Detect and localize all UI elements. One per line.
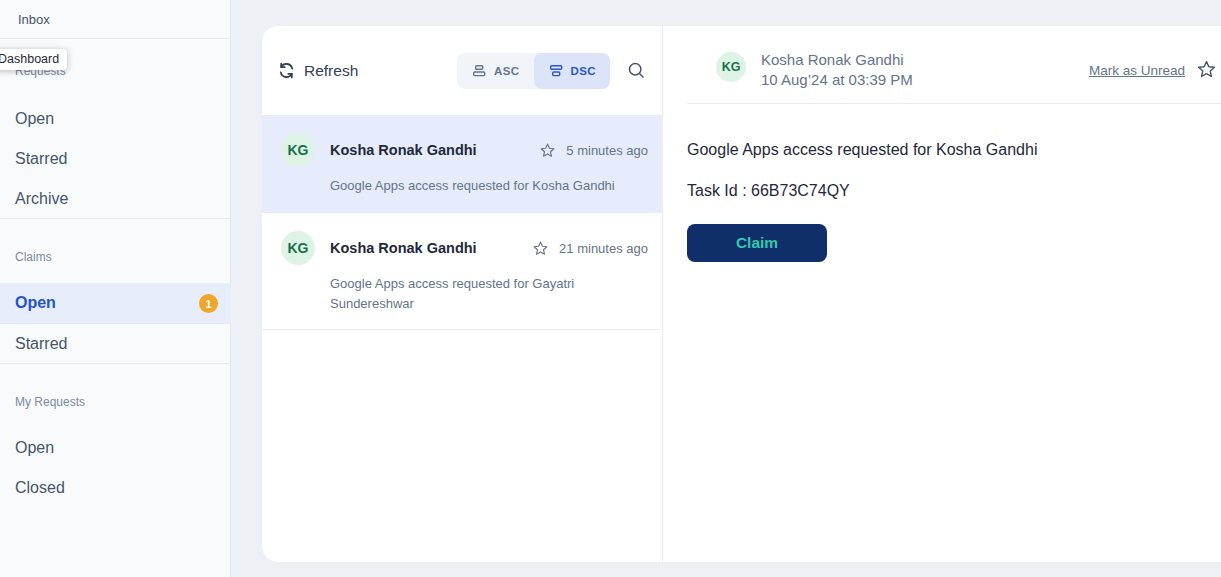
sort-dsc-label: DSC [571, 65, 596, 77]
avatar: KG [716, 52, 746, 82]
sort-dsc-icon [548, 63, 564, 79]
divider [687, 103, 1221, 104]
avatar: KG [281, 133, 315, 167]
sort-dsc-button[interactable]: DSC [534, 53, 610, 89]
list-toolbar: Refresh ASC [262, 26, 662, 115]
divider [0, 363, 230, 364]
sidebar-item-inbox[interactable]: Inbox [18, 12, 50, 27]
avatar: KG [281, 231, 315, 265]
list-item[interactable]: KG Kosha Ronak Gandhi 5 minutes ago Goog… [262, 115, 662, 213]
sort-asc-button[interactable]: ASC [457, 53, 533, 89]
list-item-description: Google Apps access requested for Gayatri… [330, 274, 648, 314]
claim-button[interactable]: Claim [687, 224, 827, 262]
sidebar-item-requests-archive[interactable]: Archive [0, 179, 231, 219]
sidebar-item-claims-starred[interactable]: Starred [0, 324, 231, 364]
sidebar-item-requests-open[interactable]: Open [0, 99, 231, 139]
list-item-name: Kosha Ronak Gandhi [330, 240, 532, 256]
divider [0, 218, 230, 219]
list-item-description: Google Apps access requested for Kosha G… [330, 176, 648, 196]
refresh-label: Refresh [304, 62, 358, 80]
star-icon[interactable] [1196, 59, 1217, 80]
detail-body: Google Apps access requested for Kosha G… [663, 141, 1221, 262]
message-detail-panel: KG Kosha Ronak Gandhi 10 Aug’24 at 03:39… [663, 26, 1221, 562]
sidebar-item-myrequests-open[interactable]: Open [0, 428, 231, 468]
star-icon[interactable] [532, 240, 549, 257]
search-icon [627, 61, 646, 80]
sidebar-item-requests-starred[interactable]: Starred [0, 139, 231, 179]
detail-sender-name: Kosha Ronak Gandhi [761, 50, 913, 70]
sidebar: Inbox Requests Open Starred Archive Clai… [0, 0, 231, 577]
claims-open-count-badge: 1 [199, 294, 218, 313]
sort-asc-icon [471, 63, 487, 79]
search-button[interactable] [627, 61, 646, 80]
list-item-time: 21 minutes ago [559, 241, 648, 256]
list-item-name: Kosha Ronak Gandhi [330, 142, 539, 158]
star-icon[interactable] [539, 142, 556, 159]
mark-as-unread-link[interactable]: Mark as Unread [1089, 63, 1185, 78]
inbox-card: Refresh ASC [262, 26, 1221, 562]
detail-timestamp: 10 Aug’24 at 03:39 PM [761, 70, 913, 90]
divider [0, 38, 230, 39]
refresh-button[interactable]: Refresh [278, 62, 358, 80]
sidebar-item-claims-open[interactable]: Open [0, 283, 231, 323]
section-label-claims: Claims [15, 250, 52, 264]
detail-header: KG Kosha Ronak Gandhi 10 Aug’24 at 03:39… [663, 26, 1221, 103]
sidebar-item-myrequests-closed[interactable]: Closed [0, 468, 231, 508]
dashboard-tooltip: Dashboard [0, 49, 67, 70]
section-label-my-requests: My Requests [15, 395, 85, 409]
refresh-icon [278, 62, 295, 79]
detail-meta: Kosha Ronak Gandhi 10 Aug’24 at 03:39 PM [761, 50, 913, 90]
sort-asc-label: ASC [494, 65, 519, 77]
message-list-panel: Refresh ASC [262, 26, 663, 562]
list-item[interactable]: KG Kosha Ronak Gandhi 21 minutes ago Goo… [262, 213, 662, 330]
sort-toggle-group: ASC DSC [457, 53, 610, 89]
list-item-time: 5 minutes ago [566, 143, 648, 158]
detail-title: Google Apps access requested for Kosha G… [687, 141, 1221, 159]
detail-task-id: Task Id : 66B73C74QY [687, 182, 1221, 200]
